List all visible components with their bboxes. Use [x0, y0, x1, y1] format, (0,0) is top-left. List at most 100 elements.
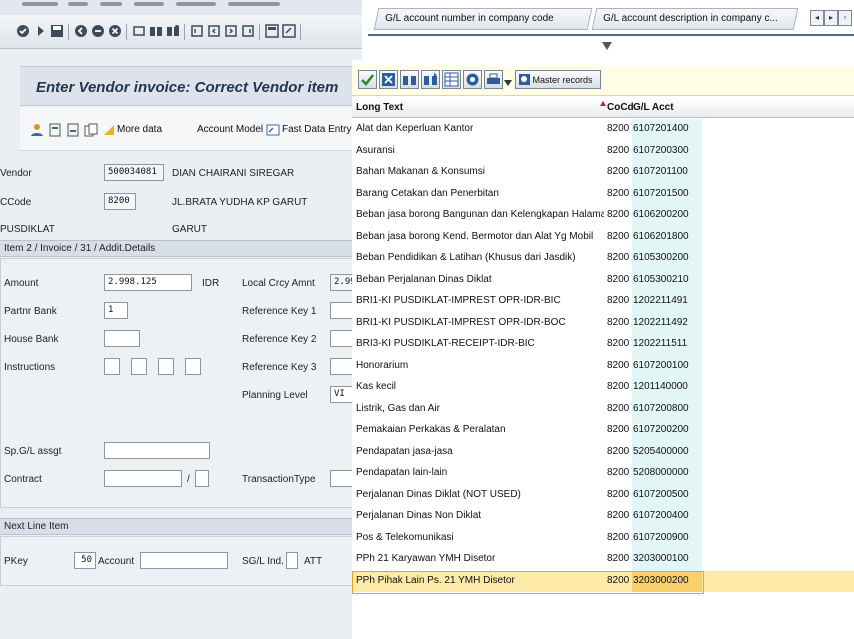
- company-code-cell: 8200: [607, 123, 630, 134]
- table-row[interactable]: Bahan Makanan & Konsumsi 8200 6107201100: [352, 162, 854, 184]
- column-header-gl-account[interactable]: G/L Acct: [633, 102, 674, 113]
- long-text-cell: Alat dan Keperluan Kantor: [356, 123, 474, 134]
- account-field[interactable]: [140, 552, 228, 569]
- user-icon[interactable]: [30, 123, 44, 137]
- table-row[interactable]: Beban Perjalanan Dinas Diklat 8200 6105300…: [352, 269, 854, 291]
- tab-list-icon[interactable]: ◂: [810, 10, 824, 26]
- account-model-button[interactable]: Account Model: [197, 124, 263, 135]
- table-row[interactable]: Beban Pendidikan & Latihan (Khusus dari …: [352, 248, 854, 270]
- table-row[interactable]: Pendapatan jasa-jasa 8200 5205400000: [352, 441, 854, 463]
- save-icon[interactable]: [50, 24, 64, 38]
- table-icon: [444, 72, 459, 87]
- special-gl-indicator-label: SG/L Ind.: [242, 556, 284, 567]
- last-page-icon[interactable]: [241, 24, 255, 38]
- find-next-icon[interactable]: [166, 24, 180, 38]
- amount-field[interactable]: 2.998.125: [104, 274, 192, 291]
- ccode-field[interactable]: 8200: [104, 193, 136, 210]
- new-session-icon[interactable]: [265, 24, 279, 38]
- display-document-icon[interactable]: [66, 123, 80, 137]
- back-icon[interactable]: [74, 24, 88, 38]
- enter-check-icon[interactable]: [16, 24, 30, 38]
- table-row[interactable]: BRI3-KI PUSDIKLAT-RECEIPT-IDR-BIC 8200 120…: [352, 334, 854, 356]
- table-row[interactable]: PPh Pihak Lain Ps. 21 YMH Disetor 8200 320…: [352, 570, 854, 593]
- binoculars-icon: [403, 76, 416, 85]
- tab-gl-account-description[interactable]: G/L account description in company c...: [591, 8, 799, 30]
- print-button[interactable]: [484, 70, 503, 89]
- sort-button[interactable]: [442, 70, 461, 89]
- first-page-icon[interactable]: [190, 24, 204, 38]
- result-list-toolbar: Master records: [352, 66, 854, 96]
- table-row[interactable]: Listrik, Gas dan Air 8200 6107200800: [352, 398, 854, 420]
- partner-bank-field[interactable]: 1: [104, 302, 128, 319]
- contract-label: Contract: [4, 474, 42, 485]
- fast-data-entry-icon[interactable]: [266, 123, 280, 137]
- instruction-3-field[interactable]: [158, 358, 174, 375]
- table-row[interactable]: Pemakaian Perkakas & Peralatan 8200 610720…: [352, 420, 854, 442]
- long-text-cell: BRI1-KI PUSDIKLAT-IMPREST OPR-IDR-BOC: [356, 316, 566, 328]
- cancel-button[interactable]: [379, 70, 398, 89]
- print-icon[interactable]: [132, 24, 146, 38]
- table-row[interactable]: Alat dan Keperluan Kantor 8200 6107201400: [352, 119, 854, 141]
- shortcut-icon[interactable]: [282, 24, 296, 38]
- gl-account-cell: 3203000100: [633, 553, 689, 564]
- table-row[interactable]: BRI1-KI PUSDIKLAT-IMPREST OPR-IDR-BOC 820…: [352, 312, 854, 334]
- company-code-cell: 8200: [607, 574, 630, 586]
- previous-page-icon[interactable]: [207, 24, 221, 38]
- table-row[interactable]: Asuransi 8200 6107200300: [352, 140, 854, 162]
- next-page-icon[interactable]: [224, 24, 238, 38]
- column-header-long-text[interactable]: Long Text: [356, 102, 403, 113]
- master-records-button[interactable]: Master records: [515, 70, 601, 89]
- long-text-cell: Beban Perjalanan Dinas Diklat: [356, 273, 492, 285]
- table-row[interactable]: Perjalanan Dinas Non Diklat 8200 610720040…: [352, 506, 854, 528]
- instruction-4-field[interactable]: [185, 358, 201, 375]
- find-button[interactable]: [400, 70, 419, 89]
- fast-data-entry-button[interactable]: Fast Data Entry: [282, 124, 351, 135]
- table-row[interactable]: Pos & Telekomunikasi 8200 6107200900: [352, 527, 854, 549]
- find-icon[interactable]: [149, 24, 163, 38]
- pointer-marker-icon: [602, 42, 612, 50]
- table-row[interactable]: Honorarium 8200 6107200100: [352, 355, 854, 377]
- close-icon: [382, 73, 395, 86]
- table-row[interactable]: Kas kecil 8200 1201140000: [352, 377, 854, 399]
- company-code-cell: 8200: [607, 553, 630, 564]
- special-gl-indicator-field[interactable]: [286, 552, 298, 569]
- posting-key-field[interactable]: 50: [74, 552, 96, 569]
- house-bank-field[interactable]: [104, 330, 140, 347]
- table-row[interactable]: Pendapatan lain-lain 8200 5208000000: [352, 463, 854, 485]
- more-data-icon[interactable]: [102, 123, 116, 137]
- cancel-icon[interactable]: [108, 24, 122, 38]
- vendor-number-field[interactable]: 500034081: [104, 164, 164, 181]
- table-row[interactable]: Perjalanan Dinas Diklat (NOT USED) 8200 61…: [352, 484, 854, 506]
- document-icon[interactable]: [48, 123, 62, 137]
- long-text-cell: Asuransi: [356, 144, 395, 156]
- find-next-button[interactable]: [421, 70, 440, 89]
- table-row[interactable]: Barang Cetakan dan Penerbitan 8200 6107201…: [352, 183, 854, 205]
- ccode-label: CCode: [0, 197, 32, 208]
- menu-bar: [0, 0, 362, 15]
- spgl-assignment-field[interactable]: [104, 442, 210, 459]
- table-row[interactable]: Beban jasa borong Bangunan dan Kelengkap…: [352, 205, 854, 227]
- table-row[interactable]: PPh 21 Karyawan YMH Disetor 8200 320300010…: [352, 549, 854, 571]
- dropdown-arrow-icon[interactable]: [504, 80, 512, 86]
- gl-account-cell: 5205400000: [633, 445, 689, 457]
- instruction-2-field[interactable]: [131, 358, 147, 375]
- house-bank-label: House Bank: [4, 334, 59, 345]
- exit-icon[interactable]: [91, 24, 105, 38]
- long-text-cell: PPh Pihak Lain Ps. 21 YMH Disetor: [356, 574, 515, 586]
- tab-menu-icon[interactable]: ▫: [838, 10, 852, 26]
- copy-icon[interactable]: [84, 123, 98, 137]
- more-data-button[interactable]: More data: [117, 124, 162, 135]
- column-header-company-code[interactable]: CoCd: [607, 102, 634, 113]
- contract-field[interactable]: [104, 470, 182, 487]
- company-code-cell: 8200: [607, 424, 630, 435]
- table-row[interactable]: BRI1-KI PUSDIKLAT-IMPREST OPR-IDR-BIC 820…: [352, 291, 854, 313]
- local-currency-label: Local Crcy Amnt: [242, 278, 315, 289]
- contract-type-field[interactable]: [195, 470, 209, 487]
- tab-gl-account-number[interactable]: G/L account number in company code: [373, 8, 593, 30]
- confirm-check-button[interactable]: [358, 70, 377, 89]
- instruction-1-field[interactable]: [104, 358, 120, 375]
- settings-button[interactable]: [463, 70, 482, 89]
- tab-next-icon[interactable]: ▸: [824, 10, 838, 26]
- table-row[interactable]: Beban jasa borong Kend. Bermotor dan Ala…: [352, 226, 854, 248]
- command-field-arrow-icon[interactable]: [34, 24, 48, 38]
